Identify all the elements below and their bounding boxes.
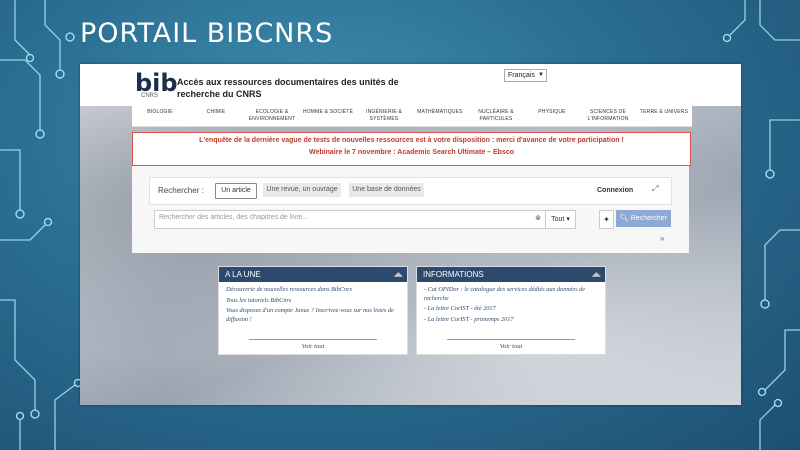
divider <box>249 339 377 340</box>
corner-decoration-icon: ◢◣ <box>591 272 601 278</box>
news-item[interactable]: Vous disposez d'un compte Janus ? Inscri… <box>226 307 400 324</box>
tab-article[interactable]: Un article <box>215 183 257 199</box>
search-button-label: Rechercher <box>630 215 668 222</box>
info-item[interactable]: - La lettre CorIST - été 2017 <box>424 305 598 314</box>
a-la-une-card: A LA UNE ◢◣ Découverte de nouvelles ress… <box>218 266 408 355</box>
search-placeholder: Rechercher des articles, des chapitres d… <box>159 214 309 221</box>
divider <box>447 339 575 340</box>
scope-value: Tout <box>551 216 565 223</box>
clear-icon[interactable]: ⊗ <box>535 214 541 222</box>
connexion-link[interactable]: Connexion <box>597 187 633 194</box>
portal-screenshot: bib CNRS Accès aux ressources documentai… <box>80 64 741 405</box>
corner-decoration-icon: ◢◣ <box>393 272 403 278</box>
nav-item-homme-societe[interactable]: HOMME & SOCIÉTÉ <box>300 106 356 126</box>
nav-item-terre-univers[interactable]: TERRE & UNIVERS <box>636 106 692 126</box>
tab-base-donnees[interactable]: Une base de données <box>349 183 424 197</box>
search-input[interactable]: Rechercher des articles, des chapitres d… <box>154 210 546 229</box>
slide-title: PORTAIL BIBCNRS <box>80 18 334 49</box>
language-value: Français <box>508 72 535 79</box>
nav-item-physique[interactable]: PHYSIQUE <box>524 106 580 126</box>
scope-select[interactable]: Tout ▾ <box>545 210 576 229</box>
advanced-search-icon[interactable]: ✦ <box>599 210 614 229</box>
nav-item-sciences-information[interactable]: SCIENCES DE L'INFORMATION <box>580 106 636 126</box>
search-panel: Rechercher : Un article Une revue, un ou… <box>132 166 689 253</box>
news-item[interactable]: Tous les tutoriels BibCnrs <box>226 297 400 306</box>
info-item[interactable]: - Cat OPIDor : le catalogue des services… <box>424 286 598 303</box>
news-item[interactable]: Découverte de nouvelles ressources dans … <box>226 286 400 295</box>
nav-item-biologie[interactable]: BIOLOGIE <box>132 106 188 126</box>
site-title: Accès aux ressources documentaires des u… <box>177 77 399 99</box>
card-header: A LA UNE ◢◣ <box>219 267 407 282</box>
more-options-link[interactable]: » <box>660 234 664 243</box>
nav-item-nucleaire[interactable]: NUCLÉAIRE & PARTICULES <box>468 106 524 126</box>
card-title: A LA UNE <box>225 270 261 279</box>
nav-item-ecologie[interactable]: ECOLOGIE & ENVIRONNEMENT <box>244 106 300 126</box>
nav-item-mathematiques[interactable]: MATHÉMATIQUES <box>412 106 468 126</box>
card-header: INFORMATIONS ◢◣ <box>417 267 605 282</box>
informations-card: INFORMATIONS ◢◣ - Cat OPIDor : le catalo… <box>416 266 606 355</box>
notice-banner: L'enquête de la dernière vague de tests … <box>132 132 691 166</box>
logo-subtitle: CNRS <box>141 93 159 99</box>
notice-survey-link[interactable]: L'enquête de la dernière vague de tests … <box>133 137 690 144</box>
notice-webinar-link[interactable]: Webinaire le 7 novembre : Academic Searc… <box>133 149 690 156</box>
card-title: INFORMATIONS <box>423 270 484 279</box>
expand-icon[interactable]: ⤢ <box>652 184 658 194</box>
site-header: bib CNRS Accès aux ressources documentai… <box>80 64 741 106</box>
bibcnrs-logo[interactable]: bib <box>135 71 178 95</box>
discipline-nav: BIOLOGIE CHIMIE ECOLOGIE & ENVIRONNEMENT… <box>132 106 692 127</box>
language-select[interactable]: Français ▼ <box>504 69 547 82</box>
chevron-down-icon: ▼ <box>538 72 544 78</box>
voir-tout-link[interactable]: Voir tout <box>417 343 605 350</box>
nav-item-chimie[interactable]: CHIMIE <box>188 106 244 126</box>
search-button[interactable]: 🔍︎ Rechercher <box>616 210 671 227</box>
nav-item-ingenierie[interactable]: INGÉNIERIE & SYSTÈMES <box>356 106 412 126</box>
search-type-bar: Rechercher : Un article Une revue, un ou… <box>149 177 672 205</box>
voir-tout-link[interactable]: Voir tout <box>219 343 407 350</box>
tab-revue-ouvrage[interactable]: Une revue, un ouvrage <box>263 183 341 197</box>
search-label: Rechercher : <box>158 186 204 195</box>
info-item[interactable]: - La lettre CorIST - printemps 2017 <box>424 316 598 325</box>
search-icon: 🔍︎ <box>619 215 629 222</box>
